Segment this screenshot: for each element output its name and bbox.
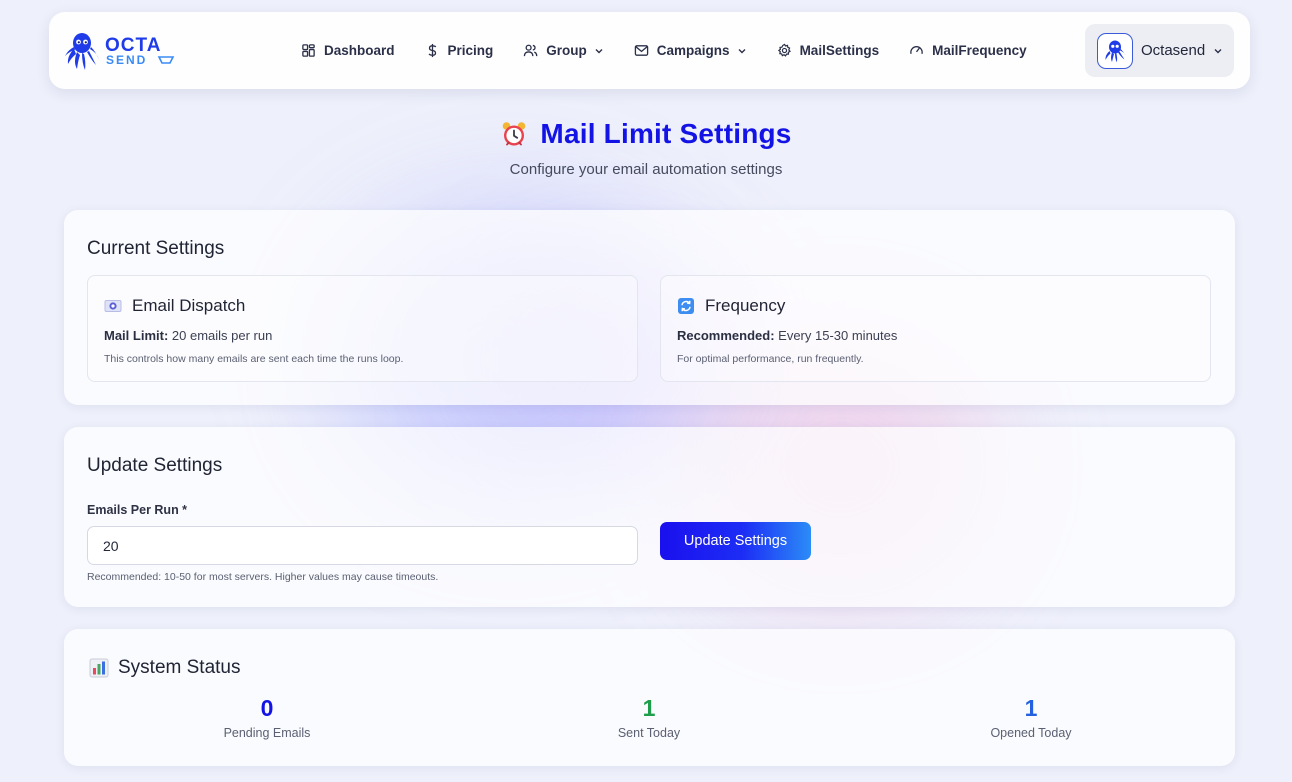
opened-today-stat: 1 Opened Today (921, 695, 1141, 740)
mail-icon (634, 43, 649, 58)
octasend-logo[interactable]: OCTA SEND (65, 30, 179, 72)
gear-icon (777, 43, 792, 58)
user-menu[interactable]: Octasend (1085, 24, 1234, 77)
page-title: Mail Limit Settings (540, 118, 792, 149)
pending-emails-stat: 0 Pending Emails (157, 695, 377, 740)
email-dispatch-box: Email Dispatch Mail Limit: 20 emails per… (87, 275, 638, 382)
page-header: Mail Limit Settings Configure your email… (0, 118, 1292, 178)
nav-campaigns-label: Campaigns (656, 43, 730, 58)
recommended-value: Every 15-30 minutes (774, 328, 898, 343)
alarm-clock-icon (500, 120, 528, 148)
frequency-note: For optimal performance, run frequently. (677, 353, 864, 365)
nav-mailfrequency[interactable]: MailFrequency (909, 43, 1027, 58)
grid-icon (301, 43, 316, 58)
octopus-logo-icon: OCTA SEND (65, 33, 175, 70)
octopus-avatar-icon (1105, 40, 1126, 62)
nav-dashboard-label: Dashboard (324, 43, 395, 58)
sent-today-value: 1 (642, 695, 656, 721)
sent-today-label: Sent Today (617, 726, 681, 740)
nav-group[interactable]: Group (523, 43, 604, 58)
email-dispatch-note: This controls how many emails are sent e… (104, 353, 404, 365)
system-status-header: System Status (89, 657, 241, 679)
mail-limit-line: Mail Limit: 20 emails per run (104, 328, 272, 343)
recommended-line: Recommended: Every 15-30 minutes (677, 328, 897, 343)
emails-per-run-label: Emails Per Run * (87, 503, 188, 517)
mail-limit-value: 20 emails per run (168, 328, 273, 343)
title-row: Mail Limit Settings (500, 118, 791, 150)
email-dispatch-header: Email Dispatch (104, 296, 245, 316)
recommended-key: Recommended: (677, 328, 775, 343)
frequency-box: Frequency Recommended: Every 15-30 minut… (660, 275, 1211, 382)
pending-emails-value: 0 (260, 695, 274, 721)
users-icon (523, 43, 538, 58)
chevron-down-icon (737, 46, 747, 56)
nav-pricing-label: Pricing (447, 43, 494, 58)
emails-per-run-hint: Recommended: 10-50 for most servers. Hig… (87, 571, 439, 583)
current-settings-title: Current Settings (87, 238, 225, 259)
frequency-title: Frequency (705, 296, 786, 315)
nav-pricing[interactable]: Pricing (425, 43, 494, 58)
nav-links: Dashboard Pricing Group Campaigns MailSe… (301, 12, 1057, 89)
dollar-icon (425, 43, 440, 58)
user-name: Octasend (1141, 42, 1206, 59)
update-settings-title: Update Settings (87, 455, 223, 476)
chevron-down-icon (594, 46, 604, 56)
pending-emails-label: Pending Emails (223, 726, 311, 740)
nav-mailsettings[interactable]: MailSettings (777, 43, 880, 58)
update-settings-card: Update Settings Emails Per Run * Recomme… (64, 427, 1235, 607)
opened-today-value: 1 (1024, 695, 1038, 721)
bar-chart-icon (89, 658, 109, 678)
gauge-icon (909, 43, 924, 58)
current-settings-card: Current Settings Email Dispatch Mail Lim… (64, 210, 1235, 405)
system-status-title: System Status (118, 657, 241, 678)
svg-text:SEND: SEND (106, 53, 147, 67)
emails-per-run-input[interactable] (87, 526, 638, 565)
avatar (1097, 32, 1133, 69)
page-subtitle: Configure your email automation settings (509, 161, 783, 178)
frequency-header: Frequency (677, 296, 785, 316)
system-status-card: System Status 0 Pending Emails 1 Sent To… (64, 629, 1235, 766)
email-dispatch-title: Email Dispatch (132, 296, 246, 315)
nav-dashboard[interactable]: Dashboard (301, 43, 395, 58)
update-settings-button[interactable]: Update Settings (660, 522, 811, 560)
opened-today-label: Opened Today (990, 726, 1072, 740)
mail-limit-key: Mail Limit: (104, 328, 169, 343)
email-chip-icon (104, 297, 122, 315)
refresh-icon (677, 297, 695, 315)
nav-mailfrequency-label: MailFrequency (932, 43, 1027, 58)
nav-mailsettings-label: MailSettings (799, 43, 880, 58)
sent-today-stat: 1 Sent Today (539, 695, 759, 740)
nav-group-label: Group (546, 43, 587, 58)
top-navbar: OCTA SEND Dashboard Pricing Group Campai… (49, 12, 1250, 89)
chevron-down-icon (1213, 46, 1223, 56)
nav-campaigns[interactable]: Campaigns (634, 43, 747, 58)
